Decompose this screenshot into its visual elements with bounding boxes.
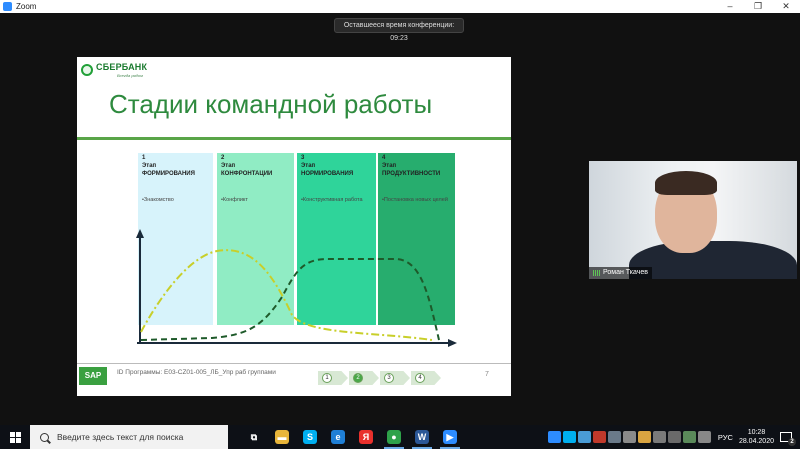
taskbar-app-chrome[interactable]: ● (380, 425, 408, 449)
edge-icon: e (331, 430, 345, 444)
window-title: Zoom (16, 2, 37, 11)
shared-slide: СБЕРБАНК Всегда рядом Стадии командной р… (77, 57, 511, 396)
step-1: 1 (318, 371, 348, 385)
maximize-button[interactable]: ❐ (744, 0, 772, 13)
taskbar-app-skype[interactable]: S (296, 425, 324, 449)
search-icon (40, 432, 49, 442)
cohesion-curve-dashed (140, 258, 440, 341)
footer-divider (77, 363, 511, 364)
taskbar-app-edge[interactable]: e (324, 425, 352, 449)
taskbar-app-yandex[interactable]: Я (352, 425, 380, 449)
x-axis-arrow (448, 339, 457, 347)
smiley-tray-icon[interactable] (637, 431, 651, 443)
network-tray-icon[interactable] (652, 431, 666, 443)
word-icon: W (415, 430, 429, 444)
skype-icon: S (303, 430, 317, 444)
step-2: 2 (349, 371, 379, 385)
window-title-bar: Zoom – ❐ ✕ (0, 0, 800, 13)
antivirus-tray-icon[interactable] (592, 431, 606, 443)
clock-date: 28.04.2020 (738, 438, 774, 445)
yandex-icon: Я (359, 430, 373, 444)
step-circle: 1 (322, 373, 332, 383)
taskbar-app-task-view[interactable]: ⧉ (240, 425, 268, 449)
file-explorer-icon: ▬ (275, 430, 289, 444)
connection-signal-icon (593, 270, 600, 276)
taskbar-search[interactable]: Введите здесь текст для поиска (30, 425, 228, 449)
taskbar-app-file-explorer[interactable]: ▬ (268, 425, 296, 449)
cloud-tray-icon[interactable] (577, 431, 591, 443)
team-stages-diagram (136, 229, 457, 347)
taskbar-app-zoom[interactable]: ▶ (436, 425, 464, 449)
language-indicator[interactable]: РУС (718, 433, 733, 442)
battery-tray-icon[interactable] (682, 431, 696, 443)
participant-body (629, 241, 797, 279)
windows-logo-icon (9, 431, 21, 443)
taskbar-app-word[interactable]: W (408, 425, 436, 449)
display-tray-icon[interactable] (607, 431, 621, 443)
step-circle: 4 (415, 373, 425, 383)
participant-name-tag: Роман Ткачев (589, 267, 652, 279)
system-tray: РУС 10:28 28.04.2020 2 (547, 425, 800, 449)
step-3: 3 (380, 371, 410, 385)
search-placeholder: Введите здесь текст для поиска (57, 432, 184, 442)
notification-count: 2 (788, 438, 796, 446)
participant-name: Роман Ткачев (603, 269, 648, 276)
program-id-text: ID Программы: Е03-CZ01-005_ЛБ_Упр раб гр… (117, 369, 276, 376)
windows-taskbar: Введите здесь текст для поиска ⧉ ▬ Se Я ● W ▶ … (0, 425, 800, 449)
step-circle: 3 (384, 373, 394, 383)
close-button[interactable]: ✕ (772, 0, 800, 13)
step-4: 4 (411, 371, 441, 385)
participant-hair (655, 171, 717, 195)
chrome-icon: ● (387, 430, 401, 444)
skype-tray-icon[interactable] (562, 431, 576, 443)
taskbar-apps: ⧉ ▬ Se Я ● W ▶ (240, 425, 464, 449)
zoom-icon: ▶ (443, 430, 457, 444)
app-tray-icon[interactable] (622, 431, 636, 443)
task-view-icon: ⧉ (247, 430, 261, 444)
step-circle: 2 (353, 373, 363, 383)
clock-time: 10:28 (747, 429, 766, 436)
sap-logo: SAP (79, 367, 107, 385)
notification-center-icon[interactable]: 2 (780, 432, 796, 446)
speaker-icon[interactable] (697, 431, 711, 443)
minimize-button[interactable]: – (716, 0, 744, 13)
zoom-tray-icon[interactable] (547, 431, 561, 443)
zoom-logo-icon (3, 2, 12, 11)
slide-page-number: 7 (485, 371, 489, 378)
y-axis-arrow (136, 229, 144, 238)
volume-tray-icon[interactable] (667, 431, 681, 443)
meeting-timer: Оставшееся время конференции: 09:23 (334, 18, 464, 42)
meeting-view: Оставшееся время конференции: 09:23 СБЕР… (0, 13, 800, 425)
performance-curve-dashdot (140, 249, 433, 341)
participant-video[interactable]: Роман Ткачев (589, 161, 797, 279)
taskbar-clock[interactable]: 10:28 28.04.2020 (739, 428, 774, 446)
start-button[interactable] (0, 425, 30, 449)
